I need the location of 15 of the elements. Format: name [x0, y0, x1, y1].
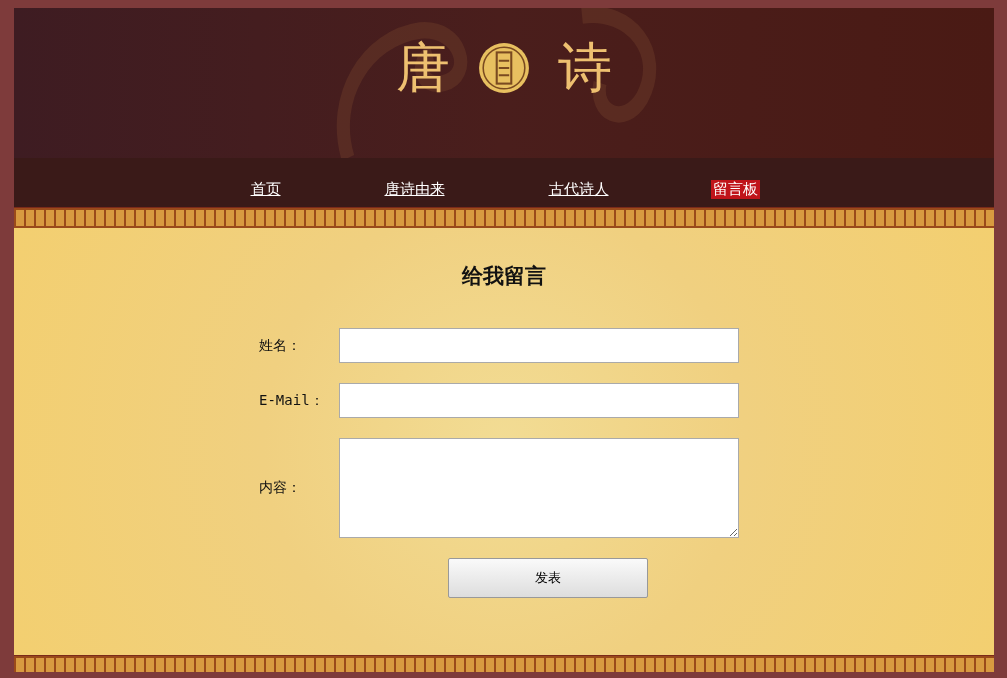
- input-field[interactable]: [339, 383, 739, 418]
- textarea-field[interactable]: [339, 438, 739, 538]
- nav-link[interactable]: 唐诗由来: [382, 180, 447, 199]
- nav-link[interactable]: 古代诗人: [546, 180, 611, 199]
- field-label: E-Mail：: [259, 391, 325, 410]
- field-label: 内容：: [259, 479, 302, 497]
- input-field[interactable]: [339, 328, 739, 363]
- submit-button[interactable]: 发表: [448, 558, 648, 598]
- seal-icon: [478, 41, 530, 94]
- logo-character: 诗: [557, 35, 613, 101]
- form-title: 给我留言: [462, 262, 546, 290]
- field-label: 姓名：: [259, 336, 302, 355]
- nav-link[interactable]: 留言板: [710, 180, 760, 199]
- logo-character: 唐: [395, 35, 451, 101]
- nav-link[interactable]: 首页: [248, 180, 283, 199]
